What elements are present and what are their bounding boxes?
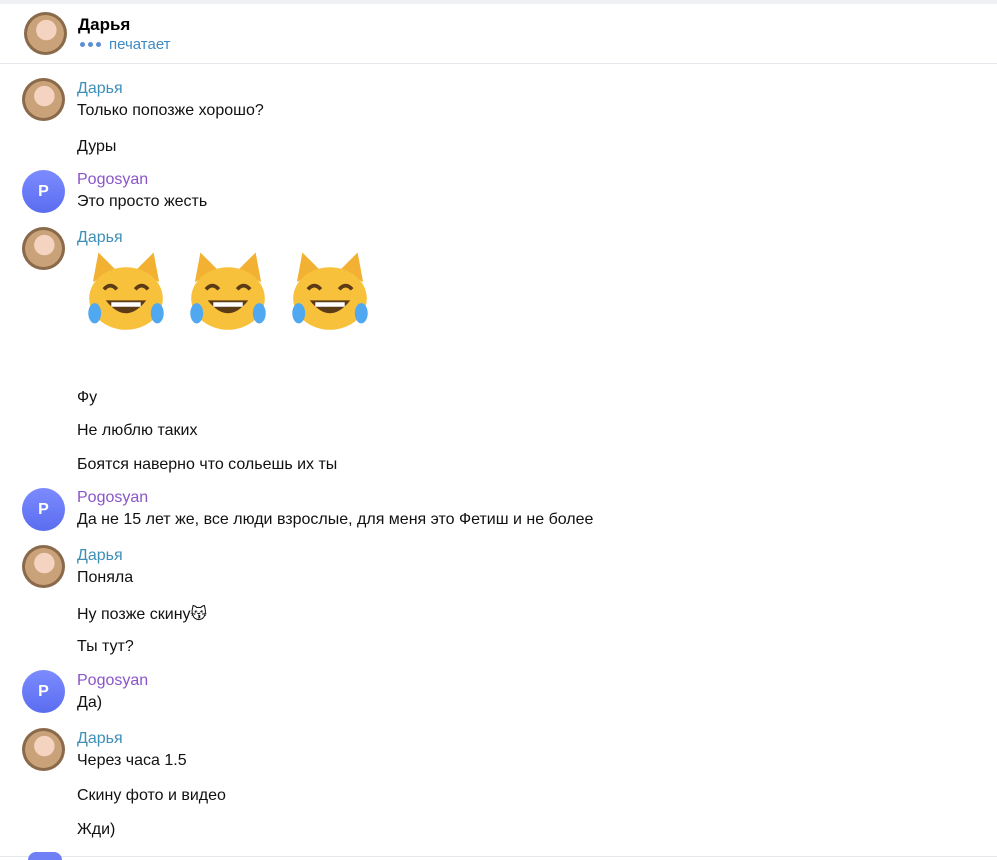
message-text: Дуры [77,138,117,155]
author-name[interactable]: Дарья [77,80,123,98]
daria-avatar[interactable] [22,78,65,121]
typing-dots-icon [80,42,101,47]
typing-label: печатает [109,36,171,53]
author-name[interactable]: Pogosyan [77,672,148,690]
message-text: Боятся наверно что сольешь их ты [77,456,338,473]
message-text: Да не 15 лет же, все люди взрослые, для … [77,511,594,528]
daria-avatar[interactable] [22,545,65,588]
message-text: Ну позже скину😽 [77,606,208,623]
daria-avatar[interactable] [22,227,65,270]
contact-avatar[interactable] [24,12,67,55]
author-name[interactable]: Дарья [77,547,123,565]
message-text: Скину фото и видео [77,787,226,804]
message-list[interactable]: Дарья Только попозже хорошо? Дуры P Pogo… [0,64,997,856]
message-text: Через часа 1.5 [77,752,187,769]
cat-tears-of-joy-icon [292,252,368,330]
bottom-divider [0,856,997,857]
message-text: Только попозже хорошо? [77,102,264,119]
pogosyan-avatar[interactable]: P [22,670,65,713]
emoji-message [80,247,376,339]
contact-name[interactable]: Дарья [78,15,130,35]
author-name[interactable]: Pogosyan [77,489,148,507]
message-text: Да) [77,694,103,711]
message-text: Это просто жесть [77,193,208,210]
author-name[interactable]: Дарья [77,229,123,247]
message-text: Жди) [77,821,116,838]
cat-tears-of-joy-icon [88,252,164,330]
chat-header: Дарья печатает [0,4,997,64]
pogosyan-avatar[interactable]: P [22,488,65,531]
message-text: Не люблю таких [77,422,198,439]
message-text: Ты тут? [77,638,134,655]
author-name[interactable]: Pogosyan [77,171,148,189]
pogosyan-avatar[interactable]: P [22,170,65,213]
cat-tears-of-joy-icon [190,252,266,330]
next-avatar-peek [28,852,62,860]
daria-avatar[interactable] [22,728,65,771]
author-name[interactable]: Дарья [77,730,123,748]
typing-status: печатает [80,36,171,53]
message-text: Поняла [77,569,134,586]
message-text: Фу [77,389,98,406]
